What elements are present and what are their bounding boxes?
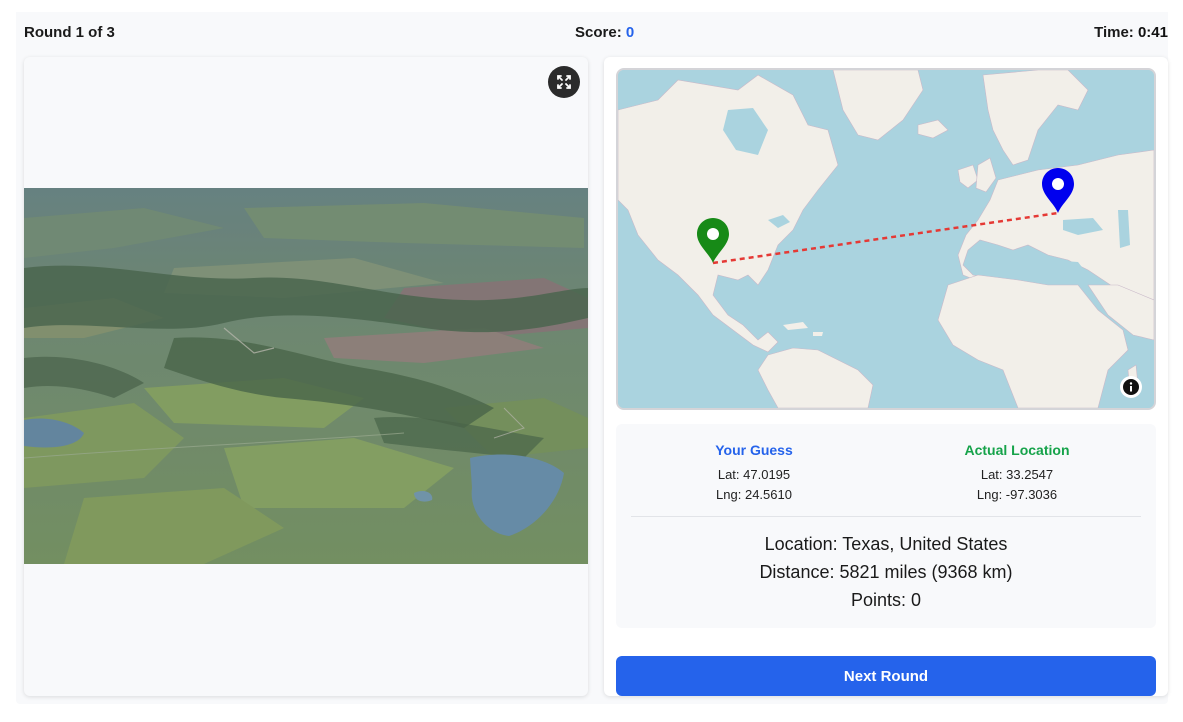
score-display: Score: 0 bbox=[575, 24, 634, 41]
results-summary: Location: Texas, United States Distance:… bbox=[616, 530, 1156, 614]
result-map[interactable] bbox=[616, 68, 1156, 410]
results-divider bbox=[631, 516, 1141, 517]
photo-panel bbox=[24, 57, 588, 696]
location-text: Location: Texas, United States bbox=[764, 534, 1008, 554]
score-label: Score: bbox=[575, 24, 622, 41]
actual-location-heading: Actual Location bbox=[964, 442, 1070, 458]
game-header: Round 1 of 3 Score: 0 Time: 0:41 bbox=[16, 12, 1168, 54]
fullscreen-icon bbox=[557, 75, 571, 89]
your-guess-section: Your Guess Lat: 47.0195 Lng: 24.5610 bbox=[654, 442, 854, 505]
actual-longitude: Lng: -97.3036 bbox=[976, 487, 1058, 502]
time-value: 0:41 bbox=[1137, 24, 1168, 41]
game-app: Round 1 of 3 Score: 0 Time: 0:41 Your Gu… bbox=[16, 12, 1168, 704]
results-panel: Your Guess Lat: 47.0195 Lng: 24.5610 Act… bbox=[604, 57, 1168, 696]
location-photo bbox=[24, 188, 588, 564]
distance-text: Distance: 5821 miles (9368 km) bbox=[759, 562, 1013, 582]
world-map bbox=[618, 70, 1154, 408]
round-indicator: Round 1 of 3 bbox=[24, 24, 115, 41]
timer-display: Time: 0:41 bbox=[1094, 24, 1168, 41]
guess-longitude: Lng: 24.5610 bbox=[716, 487, 792, 502]
actual-location-section: Actual Location Lat: 33.2547 Lng: -97.30… bbox=[917, 442, 1117, 505]
guess-latitude: Lat: 47.0195 bbox=[717, 467, 791, 482]
fullscreen-button[interactable] bbox=[548, 66, 580, 98]
aerial-landscape-image bbox=[24, 188, 588, 564]
points-text: Points: 0 bbox=[850, 590, 922, 610]
info-icon bbox=[1123, 379, 1139, 395]
round-results: Your Guess Lat: 47.0195 Lng: 24.5610 Act… bbox=[616, 424, 1156, 628]
actual-latitude: Lat: 33.2547 bbox=[980, 467, 1054, 482]
next-round-button[interactable]: Next Round bbox=[616, 656, 1156, 696]
map-info-button[interactable] bbox=[1120, 376, 1142, 398]
your-guess-heading: Your Guess bbox=[715, 442, 793, 458]
time-label: Time: bbox=[1094, 24, 1134, 41]
score-value: 0 bbox=[625, 24, 635, 41]
